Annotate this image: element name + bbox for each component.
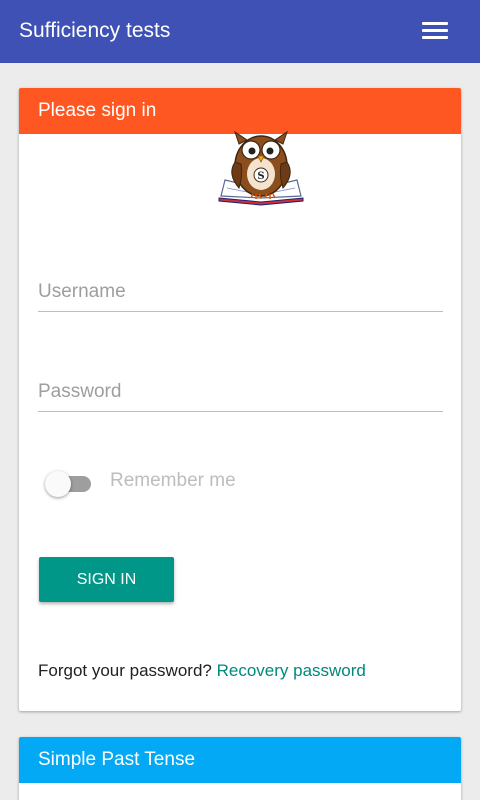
remember-me-toggle[interactable]	[45, 470, 93, 497]
remember-me-label: Remember me	[110, 470, 236, 491]
owl-book-logo: S	[218, 130, 304, 206]
simple-past-tense-card[interactable]: Simple Past Tense	[19, 737, 461, 800]
recovery-password-link[interactable]: Recovery password	[217, 661, 366, 680]
simple-past-tense-header: Simple Past Tense	[19, 737, 461, 783]
sign-in-card: Please sign in S Username Remember me SI…	[19, 88, 461, 711]
app-bar: Sufficiency tests	[0, 0, 480, 63]
forgot-password-line: Forgot your password? Recovery password	[38, 661, 366, 681]
toggle-thumb	[45, 471, 71, 497]
password-field[interactable]	[38, 366, 443, 412]
username-field[interactable]	[38, 266, 443, 312]
sign-in-button[interactable]: SIGN IN	[39, 557, 174, 602]
forgot-password-text: Forgot your password?	[38, 661, 217, 680]
app-title: Sufficiency tests	[19, 19, 171, 42]
svg-text:S: S	[257, 171, 264, 182]
username-input[interactable]	[38, 281, 443, 303]
password-input[interactable]	[38, 381, 443, 403]
hamburger-menu-icon[interactable]	[412, 14, 458, 48]
